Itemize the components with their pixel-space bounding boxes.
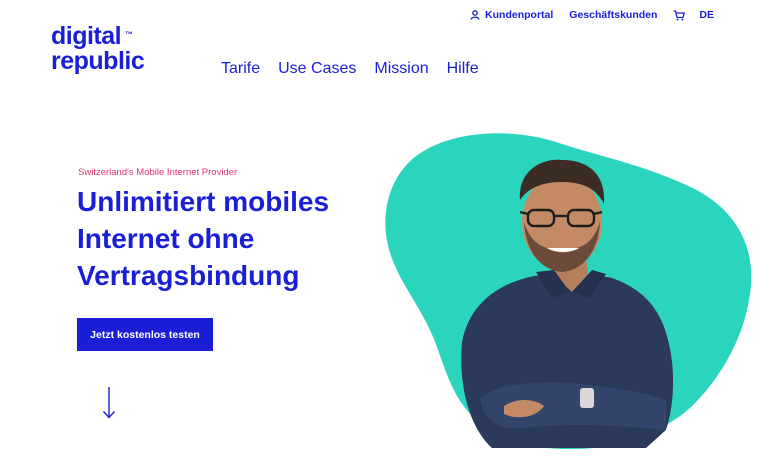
business-customers-link[interactable]: Geschäftskunden	[569, 8, 657, 22]
language-switch[interactable]: DE	[699, 8, 714, 22]
brand-logo[interactable]: digital republic ™	[51, 24, 145, 75]
headline-line-2: Internet ohne	[77, 223, 255, 254]
headline-line-3: Vertragsbindung	[77, 260, 300, 291]
trademark-symbol: ™	[125, 30, 133, 39]
customer-portal-link[interactable]: Kundenportal	[470, 8, 553, 22]
logo-line-2: republic	[51, 47, 145, 75]
user-icon	[470, 10, 480, 20]
language-label: DE	[699, 9, 714, 21]
cart-icon	[673, 9, 686, 20]
business-customers-label: Geschäftskunden	[569, 9, 658, 21]
cart-button[interactable]	[673, 8, 686, 22]
nav-item-hilfe[interactable]: Hilfe	[447, 60, 479, 78]
main-nav: Tarife Use Cases Mission Hilfe	[221, 60, 479, 78]
arrow-down-icon[interactable]	[101, 386, 117, 420]
nav-item-tarife[interactable]: Tarife	[221, 60, 260, 78]
nav-item-mission[interactable]: Mission	[374, 60, 428, 78]
nav-item-use-cases[interactable]: Use Cases	[278, 60, 356, 78]
hero-illustration	[385, 133, 752, 450]
customer-portal-label: Kundenportal	[485, 9, 554, 21]
utility-nav: Kundenportal Geschäftskunden DE	[470, 8, 714, 22]
free-trial-button[interactable]: Jetzt kostenlos testen	[77, 318, 213, 351]
hero-eyebrow: Switzerland's Mobile Internet Provider	[78, 167, 238, 178]
hero-headline: Unlimitiert mobiles Internet ohne Vertra…	[77, 183, 377, 294]
headline-line-1: Unlimitiert mobiles	[77, 186, 330, 217]
